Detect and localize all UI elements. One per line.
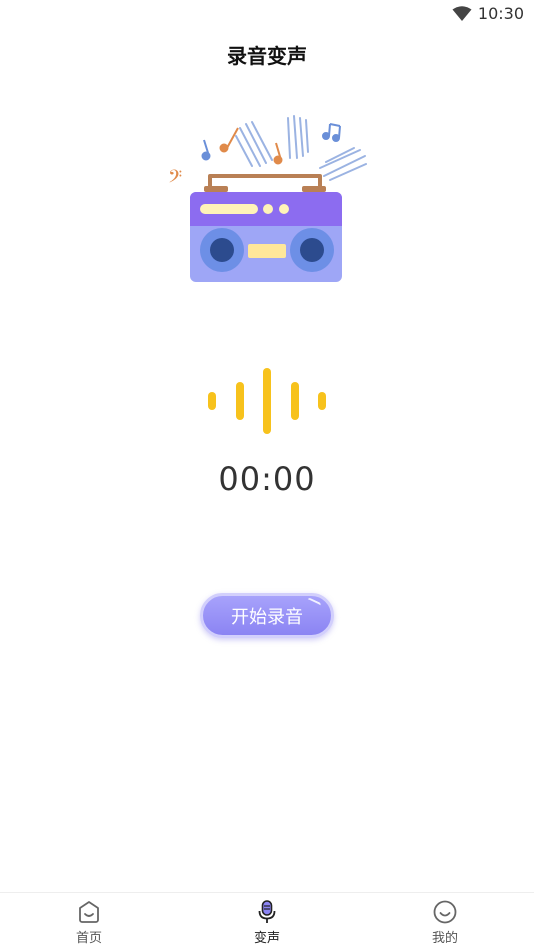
bottom-nav: 首页 变声 我的 [0, 892, 534, 949]
audio-waveform [208, 368, 326, 434]
button-gloss [306, 597, 322, 608]
wave-bar [208, 392, 216, 410]
nav-item-voice-change[interactable]: 变声 [178, 893, 356, 949]
page-title: 录音变声 [227, 44, 307, 68]
nav-item-profile[interactable]: 我的 [356, 893, 534, 949]
home-icon [79, 901, 99, 923]
wifi-icon [452, 5, 472, 21]
status-time: 10:30 [477, 4, 524, 23]
nav-label-profile: 我的 [431, 931, 458, 946]
smile-profile-icon [433, 900, 457, 924]
svg-text:𝄢: 𝄢 [168, 167, 182, 192]
nav-label-home: 首页 [75, 931, 102, 946]
radio-boombox-illustration: 𝄢 [168, 115, 367, 282]
nav-item-home[interactable]: 首页 [0, 893, 178, 949]
status-right: 10:30 [452, 4, 524, 23]
start-recording-label: 开始录音 [231, 606, 303, 628]
recording-timer: 00:00 [218, 460, 316, 498]
wave-bar [291, 382, 299, 420]
status-bar: 10:30 [0, 0, 534, 28]
wave-bar [263, 368, 271, 434]
wave-bar [236, 382, 244, 420]
microphone-icon [258, 900, 276, 923]
start-recording-button[interactable]: 开始录音 [200, 593, 334, 638]
nav-label-voice-change: 变声 [253, 931, 280, 946]
screen: 10:30 录音变声 𝄢 00:00 开始录音 首页 变声 我的 [0, 0, 534, 949]
wave-bar [318, 392, 326, 410]
